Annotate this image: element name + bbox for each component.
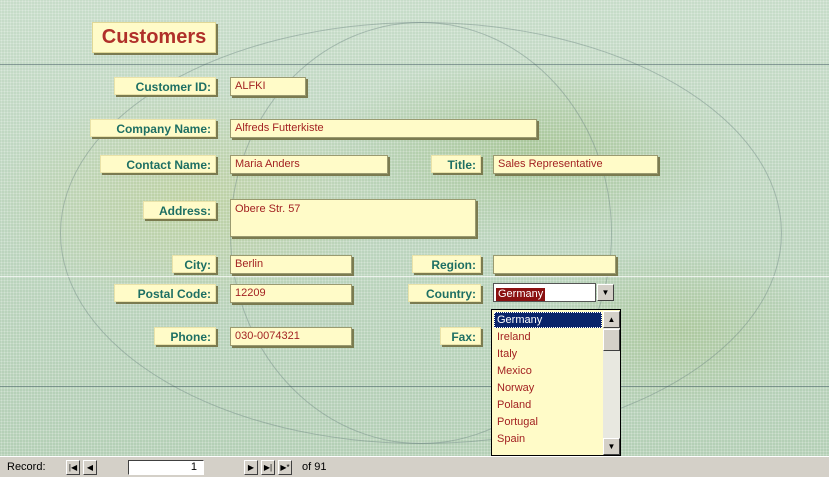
map-latitude-line bbox=[0, 64, 829, 65]
country-dropdown-list[interactable]: Germany Ireland Italy Mexico Norway Pola… bbox=[491, 309, 621, 456]
country-label: Country: bbox=[408, 284, 481, 302]
city-label: City: bbox=[172, 255, 216, 273]
first-record-icon: |◀ bbox=[68, 463, 78, 472]
phone-field[interactable]: 030-0074321 bbox=[230, 327, 352, 346]
country-combobox-value[interactable]: Germany bbox=[493, 283, 596, 302]
customer-id-field[interactable]: ALFKI bbox=[230, 77, 306, 96]
fax-label: Fax: bbox=[440, 327, 481, 345]
chevron-up-icon: ▲ bbox=[607, 315, 616, 324]
country-option-italy[interactable]: Italy bbox=[494, 346, 602, 362]
region-field[interactable] bbox=[493, 255, 616, 274]
total-records: 91 bbox=[314, 461, 327, 473]
city-field[interactable]: Berlin bbox=[230, 255, 352, 274]
dropdown-scroll-down-button[interactable]: ▼ bbox=[603, 438, 620, 455]
first-record-button[interactable]: |◀ bbox=[66, 460, 80, 475]
form-title: Customers bbox=[92, 22, 216, 53]
country-combobox[interactable]: Germany ▼ bbox=[493, 283, 614, 302]
country-option-spain[interactable]: Spain bbox=[494, 431, 602, 447]
next-record-icon: ▶ bbox=[247, 463, 255, 472]
contact-name-field[interactable]: Maria Anders bbox=[230, 155, 388, 174]
last-record-button[interactable]: ▶| bbox=[261, 460, 275, 475]
chevron-down-icon: ▼ bbox=[601, 288, 610, 297]
next-record-button[interactable]: ▶ bbox=[244, 460, 258, 475]
postal-code-field[interactable]: 12209 bbox=[230, 284, 352, 303]
last-record-icon: ▶| bbox=[263, 463, 273, 472]
dropdown-scroll-up-button[interactable]: ▲ bbox=[603, 311, 620, 328]
customer-id-label: Customer ID: bbox=[114, 77, 216, 95]
record-navigation-bar: Record: |◀ ◀ 1 ▶ ▶| ▶* of 91 bbox=[0, 456, 829, 477]
company-name-field[interactable]: Alfreds Futterkiste bbox=[230, 119, 537, 138]
of-label: of bbox=[302, 461, 312, 473]
new-record-icon: ▶* bbox=[280, 463, 290, 472]
country-selected-text: Germany bbox=[496, 288, 546, 301]
phone-label: Phone: bbox=[154, 327, 216, 345]
country-option-mexico[interactable]: Mexico bbox=[494, 363, 602, 379]
country-dropdown-button[interactable]: ▼ bbox=[597, 284, 614, 301]
country-option-portugal[interactable]: Portugal bbox=[494, 414, 602, 430]
record-number-input[interactable]: 1 bbox=[128, 460, 204, 475]
previous-record-icon: ◀ bbox=[86, 463, 94, 472]
title-label: Title: bbox=[431, 155, 481, 173]
company-name-label: Company Name: bbox=[90, 119, 216, 137]
country-option-ireland[interactable]: Ireland bbox=[494, 329, 602, 345]
chevron-down-icon: ▼ bbox=[607, 442, 616, 451]
region-label: Region: bbox=[412, 255, 481, 273]
previous-record-button[interactable]: ◀ bbox=[83, 460, 97, 475]
new-record-button[interactable]: ▶* bbox=[278, 460, 292, 475]
country-option-poland[interactable]: Poland bbox=[494, 397, 602, 413]
map-latitude-line bbox=[0, 276, 829, 277]
country-option-germany[interactable]: Germany bbox=[494, 312, 602, 328]
address-label: Address: bbox=[143, 201, 216, 219]
contact-name-label: Contact Name: bbox=[100, 155, 216, 173]
map-latitude-line bbox=[0, 386, 829, 387]
dropdown-scrollbar-thumb[interactable] bbox=[603, 329, 620, 351]
record-label: Record: bbox=[7, 461, 46, 473]
title-field[interactable]: Sales Representative bbox=[493, 155, 658, 174]
record-count: of 91 bbox=[302, 461, 327, 473]
customers-form: Customers Customer ID: ALFKI Company Nam… bbox=[0, 0, 829, 456]
country-option-norway[interactable]: Norway bbox=[494, 380, 602, 396]
postal-code-label: Postal Code: bbox=[114, 284, 216, 302]
address-field[interactable]: Obere Str. 57 bbox=[230, 199, 476, 237]
